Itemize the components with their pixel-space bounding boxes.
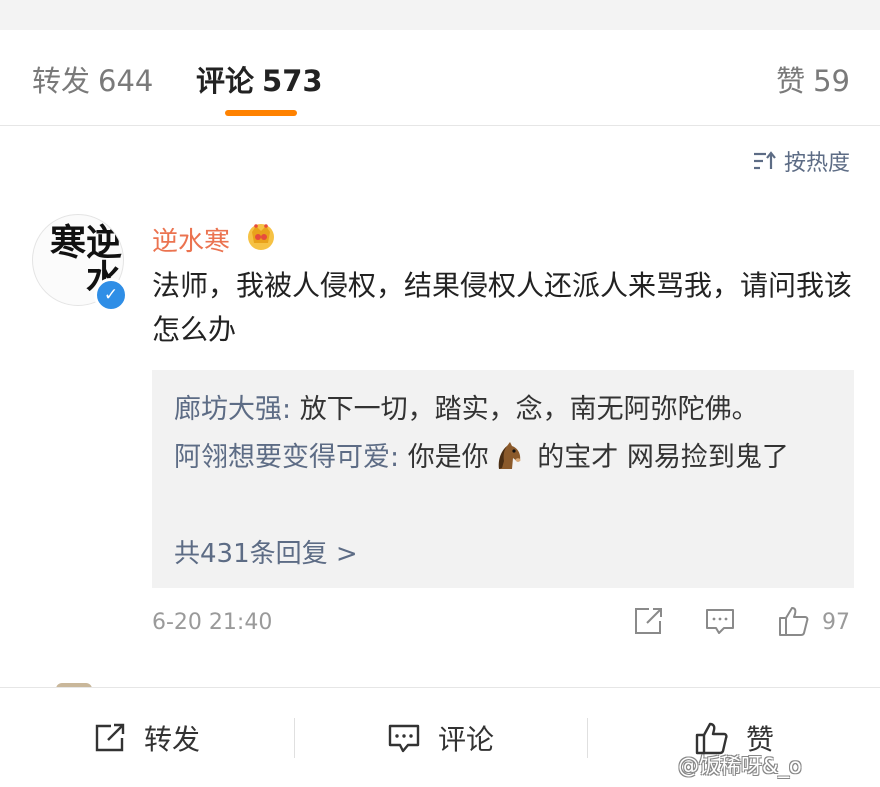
divider: [294, 718, 295, 758]
tab-reposts-count: 644: [98, 64, 154, 98]
tab-reposts-label: 转发: [32, 64, 91, 98]
sort-toggle[interactable]: 按热度: [752, 145, 850, 177]
tab-comments-count: 573: [262, 64, 323, 98]
share-icon[interactable]: [630, 604, 666, 638]
tab-comments[interactable]: 评论 573: [196, 58, 323, 100]
reply-separator: :: [282, 394, 300, 425]
more-replies-link[interactable]: 共431条回复 >: [174, 533, 358, 570]
reply-item[interactable]: 阿翎想要变得可爱: 你是你 的宝才 网易捡到鬼了: [174, 438, 834, 478]
tab-comments-label: 评论: [196, 64, 255, 98]
tab-reposts[interactable]: 转发 644: [32, 58, 153, 100]
comment-username[interactable]: 逆水寒: [152, 221, 230, 258]
reply-text-before: 你是你: [407, 442, 489, 473]
reply-preview-box[interactable]: 廊坊大强: 放下一切，踏实，念，南无阿弥陀佛。 阿翎想要变得可爱: 你是你 的宝…: [152, 370, 854, 588]
tab-likes[interactable]: 赞 59: [776, 58, 850, 100]
horse-emoji-icon: [498, 442, 521, 469]
reply-text-after: 的宝才 网易捡到鬼了: [528, 442, 789, 473]
tab-bar: 转发 644 评论 573 赞 59: [0, 30, 880, 126]
comment-icon: [388, 724, 420, 752]
top-status-strip: [0, 0, 880, 30]
watermark: @饭稀呀&_o: [678, 754, 802, 778]
divider: [587, 718, 588, 758]
share-icon: [95, 723, 125, 751]
comment-text: 法师，我被人侵权，结果侵权人还派人来骂我，请问我该怎么办: [152, 269, 853, 346]
sort-label: 按热度: [783, 151, 850, 176]
reply-item[interactable]: 廊坊大强: 放下一切，踏实，念，南无阿弥陀佛。: [174, 390, 834, 430]
bottom-share-button[interactable]: 转发: [92, 688, 200, 787]
thumbs-up-icon[interactable]: [776, 604, 812, 638]
comment-timestamp: 6-20 21:40: [152, 610, 273, 635]
comment-like-count: 97: [822, 610, 850, 635]
sort-icon: [753, 151, 776, 170]
reply-author[interactable]: 廊坊大强: [174, 394, 282, 425]
bottom-share-label: 转发: [144, 722, 201, 756]
tab-likes-label: 赞: [776, 64, 806, 98]
reply-separator: :: [390, 442, 408, 473]
verified-badge-icon: ✓: [94, 278, 128, 312]
comment-icon[interactable]: [702, 604, 738, 638]
crown-badge-icon: [248, 224, 274, 250]
reply-author[interactable]: 阿翎想要变得可爱: [174, 442, 390, 473]
bottom-comment-label: 评论: [438, 722, 495, 756]
active-tab-indicator: [225, 110, 297, 116]
tab-likes-count: 59: [813, 64, 850, 98]
reply-text: 放下一切，踏实，念，南无阿弥陀佛。: [299, 394, 759, 425]
bottom-comment-button[interactable]: 评论: [386, 688, 494, 787]
